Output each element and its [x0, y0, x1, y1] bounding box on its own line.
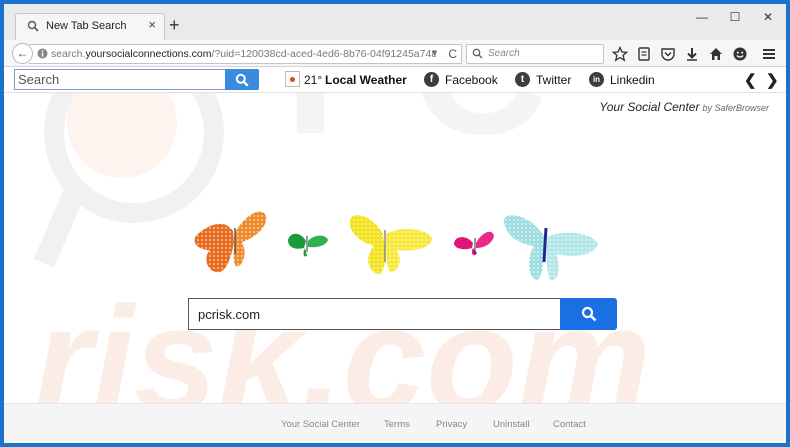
navigation-bar: search.yoursocialconnections.com/?uid=12… — [4, 40, 786, 67]
page-content: PC risk.com Your Social Centerby SaferBr… — [4, 93, 786, 443]
url-dropdown-icon[interactable]: ▼ — [430, 48, 439, 58]
footer-link-uninstall[interactable]: Uninstall — [493, 419, 529, 430]
tab-close-icon[interactable]: × — [148, 17, 156, 32]
main-search-input[interactable] — [188, 298, 562, 330]
local-weather-link[interactable]: Local Weather — [325, 73, 407, 87]
pink-butterfly — [454, 231, 494, 256]
info-icon[interactable] — [37, 48, 48, 59]
weather-temperature[interactable]: 21° — [304, 73, 322, 87]
maximize-button[interactable]: ☐ — [725, 10, 745, 24]
new-tab-button[interactable]: + — [169, 16, 180, 34]
tab-new-tab-search[interactable]: New Tab Search × — [15, 13, 165, 40]
extension-toolbar: 21° Local Weather f Facebook t Twitter i… — [4, 67, 786, 93]
url-text[interactable]: search.yoursocialconnections.com/?uid=12… — [51, 48, 436, 60]
browser-window: New Tab Search × + — ☐ ✕ search.yoursoci… — [4, 4, 786, 443]
butterflies-illustration — [194, 211, 598, 281]
linkedin-link[interactable]: Linkedin — [610, 73, 655, 87]
search-icon — [235, 73, 249, 87]
bookmark-star-icon[interactable] — [612, 46, 628, 62]
green-butterfly — [288, 233, 328, 257]
toolbar-search-input[interactable] — [14, 69, 226, 90]
svg-text:PC: PC — [284, 93, 548, 174]
blue-butterfly — [504, 215, 598, 281]
pocket-icon[interactable] — [660, 46, 676, 62]
title-bar: New Tab Search × + — ☐ ✕ — [4, 4, 786, 40]
back-button[interactable]: ← — [12, 43, 33, 64]
facebook-link[interactable]: Facebook — [445, 73, 498, 87]
twitter-icon[interactable]: t — [515, 72, 530, 87]
footer-link-privacy[interactable]: Privacy — [436, 419, 467, 430]
linkedin-icon[interactable]: in — [589, 72, 604, 87]
menu-icon[interactable] — [761, 46, 777, 62]
footer: Your Social Center Terms Privacy Uninsta… — [4, 403, 786, 443]
browser-search-placeholder: Search — [488, 48, 520, 59]
twitter-link[interactable]: Twitter — [536, 73, 571, 87]
tab-title: New Tab Search — [46, 20, 127, 32]
weather-icon[interactable] — [285, 71, 300, 87]
close-window-button[interactable]: ✕ — [758, 10, 778, 24]
facebook-icon[interactable]: f — [424, 72, 439, 87]
orange-butterfly — [194, 211, 267, 273]
reading-list-icon[interactable] — [636, 46, 652, 62]
search-icon — [472, 48, 483, 59]
home-icon[interactable] — [708, 46, 724, 62]
search-icon — [581, 306, 596, 322]
toolbar-prev-arrow-icon[interactable]: ❮ — [744, 71, 757, 89]
footer-link-terms[interactable]: Terms — [384, 419, 410, 430]
main-search-button[interactable] — [560, 298, 617, 330]
minimize-button[interactable]: — — [692, 10, 712, 24]
toolbar-next-arrow-icon[interactable]: ❯ — [766, 71, 779, 89]
footer-link-contact[interactable]: Contact — [553, 419, 586, 430]
smiley-icon[interactable] — [732, 46, 748, 62]
reload-icon[interactable]: C — [448, 47, 457, 61]
address-bar[interactable]: search.yoursocialconnections.com/?uid=12… — [29, 44, 462, 64]
yellow-butterfly — [349, 215, 432, 274]
toolbar-search-button[interactable] — [225, 69, 259, 90]
search-icon — [27, 20, 39, 32]
download-icon[interactable] — [684, 46, 700, 62]
footer-link-your-social-center[interactable]: Your Social Center — [281, 419, 360, 430]
brand-title: Your Social Center by SaferBrowser — [599, 100, 769, 114]
browser-search-field[interactable]: Search — [466, 44, 604, 64]
